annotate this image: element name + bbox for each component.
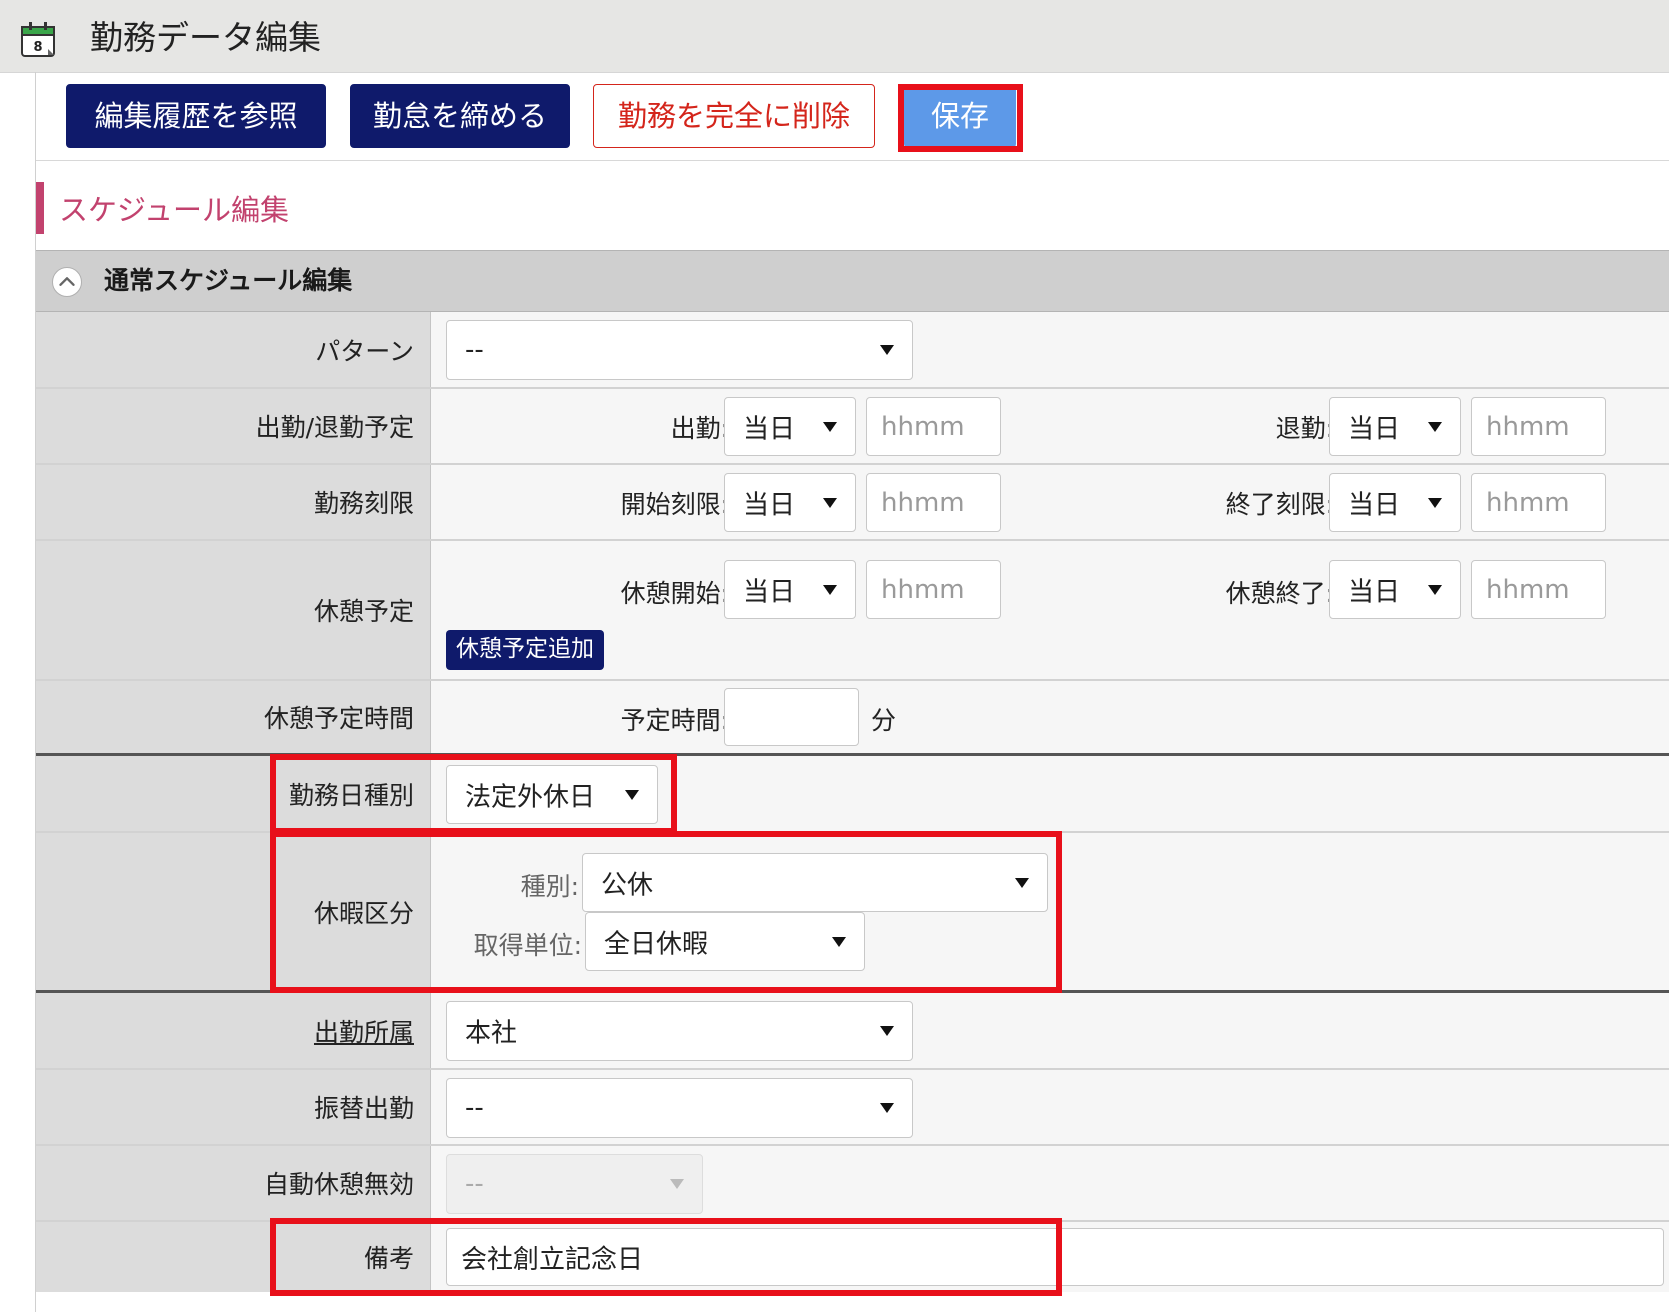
auto-break-value: -- <box>465 1169 484 1199</box>
dropdown-caret-icon <box>823 421 837 432</box>
calendar-icon: 8 <box>21 22 55 57</box>
pattern-label: パターン <box>315 336 414 366</box>
row-break-duration: 休憩予定時間 予定時間: 分 <box>36 681 1669 753</box>
row-auto-break: 自動休憩無効 -- <box>36 1146 1669 1220</box>
pattern-value: -- <box>465 335 484 365</box>
shift-start-label: 出勤: <box>670 414 729 443</box>
leave-label: 休暇区分 <box>313 898 414 928</box>
leave-unit-select[interactable]: 全日休暇 <box>585 912 865 971</box>
row-pattern: パターン -- <box>36 312 1669 387</box>
row-day-type: 勤務日種別 法定外休日 <box>36 756 1669 831</box>
auto-break-label: 自動休憩無効 <box>263 1170 414 1199</box>
break-duration-label: 休憩予定時間 <box>263 704 414 733</box>
row-shift: 出勤/退勤予定 出勤: 当日 退勤: 当日 <box>36 389 1669 463</box>
chevron-up-icon[interactable] <box>52 267 82 297</box>
break-plan-label: 休憩予定 <box>313 597 414 626</box>
section-title: スケジュール編集 <box>59 193 289 227</box>
break-start-label: 休憩開始: <box>620 579 729 608</box>
break-start-time-input[interactable] <box>866 560 1001 619</box>
shift-start-time-input[interactable] <box>866 397 1001 456</box>
panel-header[interactable]: 通常スケジュール編集 <box>36 250 1669 312</box>
break-end-day-select[interactable]: 当日 <box>1329 560 1461 619</box>
limit-end-time-input[interactable] <box>1471 473 1606 532</box>
substitute-label: 振替出勤 <box>313 1094 414 1123</box>
shift-label: 出勤/退勤予定 <box>255 413 414 442</box>
shift-end-time-input[interactable] <box>1471 397 1606 456</box>
toolbar-divider <box>36 160 1669 161</box>
limit-end-day-select[interactable]: 当日 <box>1329 473 1461 532</box>
section-accent-bar <box>36 182 44 234</box>
leave-type-label: 種別: <box>520 872 579 901</box>
row-substitute: 振替出勤 -- <box>36 1070 1669 1144</box>
substitute-select[interactable]: -- <box>446 1078 913 1138</box>
break-start-day-select[interactable]: 当日 <box>724 560 856 619</box>
dropdown-caret-icon <box>1428 421 1442 432</box>
break-end-time-input[interactable] <box>1471 560 1606 619</box>
svg-text:8: 8 <box>33 40 42 55</box>
row-office: 出勤所属 本社 <box>36 993 1669 1068</box>
limit-end-label: 終了刻限: <box>1225 490 1334 519</box>
row-note: 備考 <box>36 1222 1669 1292</box>
office-select[interactable]: 本社 <box>446 1001 913 1061</box>
add-break-button[interactable]: 休憩予定追加 <box>446 630 604 670</box>
save-button[interactable]: 保存 <box>904 84 1016 148</box>
dropdown-caret-icon <box>880 1026 894 1036</box>
page-title: 勤務データ編集 <box>90 18 321 57</box>
dropdown-caret-icon <box>1015 877 1029 888</box>
time-limit-label: 勤務刻限 <box>313 489 414 518</box>
office-value: 本社 <box>465 1018 518 1049</box>
view-history-button[interactable]: 編集履歴を参照 <box>66 84 326 148</box>
dropdown-caret-icon <box>823 497 837 508</box>
limit-start-day-select[interactable]: 当日 <box>724 473 856 532</box>
break-end-label: 休憩終了: <box>1225 579 1334 608</box>
shift-start-day-select[interactable]: 当日 <box>724 397 856 456</box>
leave-type-value: 公休 <box>601 870 654 900</box>
note-input[interactable] <box>446 1228 1664 1286</box>
dropdown-caret-icon <box>880 345 894 355</box>
pattern-select[interactable]: -- <box>446 320 913 380</box>
leave-type-select[interactable]: 公休 <box>582 853 1048 912</box>
leave-unit-label: 取得単位: <box>473 931 582 960</box>
auto-break-select: -- <box>446 1154 703 1214</box>
break-duration-field-label: 予定時間: <box>620 706 729 735</box>
dropdown-caret-icon <box>1428 584 1442 595</box>
leave-unit-value: 全日休暇 <box>604 929 709 959</box>
dropdown-caret-icon <box>625 789 639 800</box>
note-label: 備考 <box>363 1244 414 1273</box>
row-break-plan: 休憩予定 休憩開始: 当日 休憩終了: 当日 休憩予定追加 <box>36 541 1669 679</box>
row-time-limit: 勤務刻限 開始刻限: 当日 終了刻限: 当日 <box>36 465 1669 539</box>
dropdown-caret-icon <box>880 1103 894 1113</box>
break-duration-input[interactable] <box>724 688 859 746</box>
title-bar: 8 勤務データ編集 <box>0 0 1669 73</box>
close-attendance-button[interactable]: 勤怠を締める <box>350 84 570 148</box>
minutes-unit: 分 <box>871 706 897 735</box>
dropdown-caret-icon <box>670 1179 684 1189</box>
day-type-select[interactable]: 法定外休日 <box>446 765 658 824</box>
shift-end-day-select[interactable]: 当日 <box>1329 397 1461 456</box>
day-type-label: 勤務日種別 <box>288 780 414 810</box>
row-leave: 休暇区分 種別: 公休 取得単位: 全日休暇 <box>36 833 1669 990</box>
dropdown-caret-icon <box>823 584 837 595</box>
limit-start-time-input[interactable] <box>866 473 1001 532</box>
shift-end-label: 退勤: <box>1275 414 1334 443</box>
delete-work-button[interactable]: 勤務を完全に削除 <box>593 84 875 148</box>
substitute-value: -- <box>465 1093 484 1123</box>
dropdown-caret-icon <box>1428 497 1442 508</box>
panel-title: 通常スケジュール編集 <box>104 266 353 295</box>
dropdown-caret-icon <box>832 936 846 947</box>
day-type-value: 法定外休日 <box>465 782 596 812</box>
office-label-link[interactable]: 出勤所属 <box>314 1013 414 1049</box>
limit-start-label: 開始刻限: <box>620 490 729 519</box>
